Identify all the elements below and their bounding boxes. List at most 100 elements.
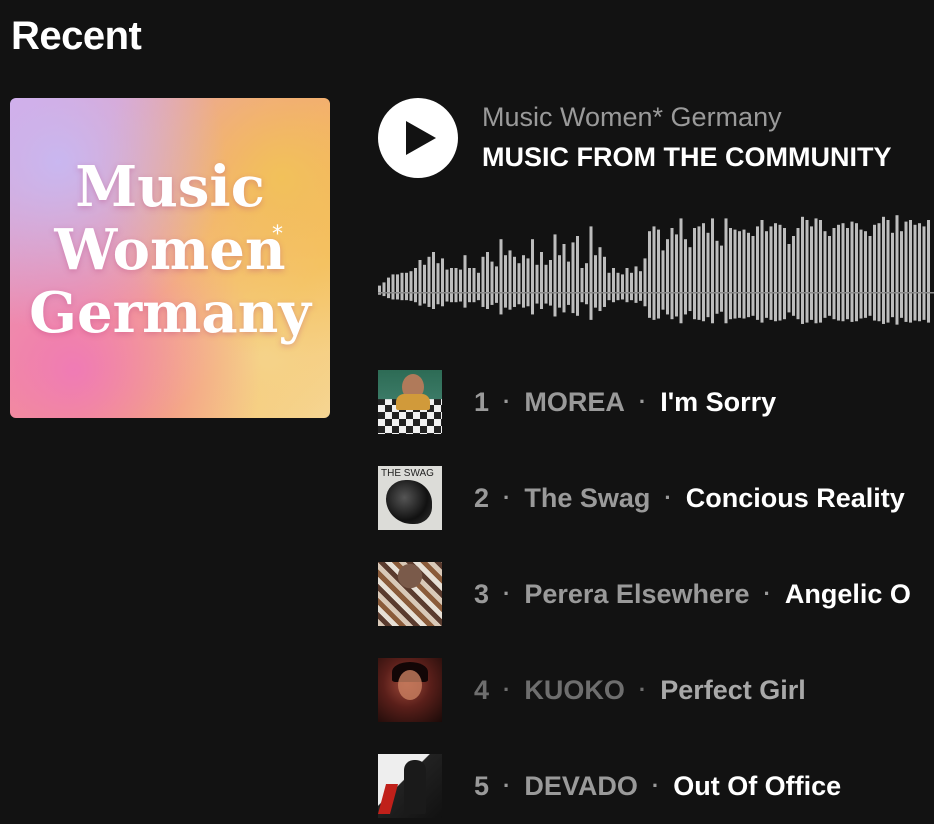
separator: ·	[503, 581, 511, 606]
play-button[interactable]	[378, 98, 458, 178]
waveform-bar	[621, 274, 624, 300]
cover-line-3: Germany	[29, 280, 311, 346]
waveform-bar	[850, 221, 854, 322]
track-number: 3	[474, 578, 490, 609]
track-thumbnail[interactable]	[378, 754, 442, 818]
track-number: 2	[474, 482, 490, 513]
separator: ·	[503, 773, 511, 798]
track-row[interactable]: 1 · MOREA · I'm Sorry	[378, 370, 934, 434]
track-thumbnail[interactable]	[378, 370, 442, 434]
track-title[interactable]: I'm Sorry	[660, 387, 776, 418]
waveform-bar	[517, 263, 521, 305]
waveform-bar	[769, 226, 773, 320]
waveform-bar	[463, 255, 467, 308]
waveform-bar	[760, 220, 764, 323]
waveform-bar	[495, 266, 498, 303]
section-heading: Recent	[11, 14, 142, 58]
waveform-bar	[432, 252, 435, 309]
cover-line-1: Music	[75, 154, 265, 220]
track-thumbnail[interactable]	[378, 562, 442, 626]
playlist-cover[interactable]: Music Women Germany *	[10, 98, 330, 418]
waveform-bar	[490, 261, 494, 305]
waveform-bar	[882, 216, 885, 324]
waveform-bar	[459, 269, 462, 302]
waveform-bar	[508, 250, 512, 310]
waveform-bar	[531, 239, 534, 315]
waveform-bar	[580, 268, 584, 303]
waveform-bar	[751, 236, 755, 316]
waveform-bar	[409, 271, 413, 301]
waveform-bar	[810, 226, 813, 320]
waveform[interactable]	[378, 200, 934, 330]
waveform-bar	[400, 272, 404, 301]
waveform-bar	[720, 245, 723, 312]
waveform-bar	[693, 228, 696, 320]
waveform-bar	[634, 266, 638, 303]
separator: ·	[503, 389, 511, 414]
separator: ·	[664, 485, 672, 510]
track-artist[interactable]: Perera Elsewhere	[524, 579, 749, 610]
waveform-bar	[891, 232, 894, 318]
waveform-bar	[792, 236, 795, 316]
track-title[interactable]: Angelic O	[785, 579, 911, 610]
waveform-bar	[450, 268, 453, 303]
waveform-bar	[630, 272, 633, 301]
waveform-bar	[909, 220, 912, 323]
track-title[interactable]: Out Of Office	[673, 771, 841, 802]
waveform-bar	[585, 263, 588, 305]
track-artist[interactable]: DEVADO	[524, 771, 638, 802]
waveform-bar	[706, 232, 710, 318]
waveform-bar	[396, 274, 399, 300]
waveform-bar	[742, 229, 746, 319]
waveform-bar	[589, 226, 593, 320]
waveform-bar	[387, 277, 390, 299]
waveform-bar	[859, 229, 863, 319]
channel-name[interactable]: Music Women* Germany	[482, 102, 782, 133]
play-icon	[406, 121, 436, 155]
track-thumbnail[interactable]: THE SWAG	[378, 466, 442, 530]
waveform-bar	[846, 228, 849, 320]
track-thumbnail[interactable]	[378, 658, 442, 722]
waveform-bar	[927, 220, 930, 323]
waveform-bar	[864, 231, 867, 318]
waveform-bar	[801, 216, 804, 324]
track-number: 5	[474, 770, 490, 801]
waveform-bar	[702, 223, 705, 322]
waveform-bar	[652, 226, 656, 320]
waveform-bar	[733, 229, 737, 319]
waveform-bar	[814, 218, 818, 324]
waveform-bar	[522, 255, 525, 308]
waveform-bar	[675, 234, 678, 317]
track-artist[interactable]: The Swag	[524, 483, 650, 514]
waveform-bar	[738, 231, 741, 318]
waveform-bar	[922, 226, 926, 320]
waveform-bar	[544, 264, 548, 304]
track-title[interactable]: Perfect Girl	[660, 675, 806, 706]
waveform-bar	[414, 268, 417, 303]
track-artist[interactable]: MOREA	[524, 387, 625, 418]
waveform-bar	[616, 272, 620, 301]
waveform-bar	[549, 260, 552, 306]
cover-asterisk: *	[272, 222, 283, 247]
track-artist[interactable]: KUOKO	[524, 675, 625, 706]
track-title[interactable]: Concious Reality	[686, 483, 905, 514]
waveform-bar	[603, 256, 606, 307]
waveform-bar	[913, 224, 917, 321]
playlist-title[interactable]: MUSIC FROM THE COMMUNITY	[482, 142, 891, 173]
waveform-bar	[612, 268, 615, 303]
waveform-bar	[819, 220, 822, 323]
waveform-bar	[886, 220, 890, 323]
waveform-bar	[657, 229, 660, 319]
waveform-bar	[526, 258, 530, 307]
waveform-bar	[774, 223, 777, 322]
track-row[interactable]: 5 · DEVADO · Out Of Office	[378, 754, 934, 818]
waveform-bar	[639, 271, 642, 301]
track-row[interactable]: 4 · KUOKO · Perfect Girl	[378, 658, 934, 722]
track-row[interactable]: THE SWAG 2 · The Swag · Concious Reality	[378, 466, 934, 530]
track-row[interactable]: 3 · Perera Elsewhere · Angelic O	[378, 562, 934, 626]
waveform-bar	[562, 244, 566, 313]
waveform-bar	[904, 221, 908, 322]
waveform-bar	[873, 224, 876, 321]
waveform-bar	[643, 258, 647, 307]
waveform-bar	[747, 232, 750, 318]
